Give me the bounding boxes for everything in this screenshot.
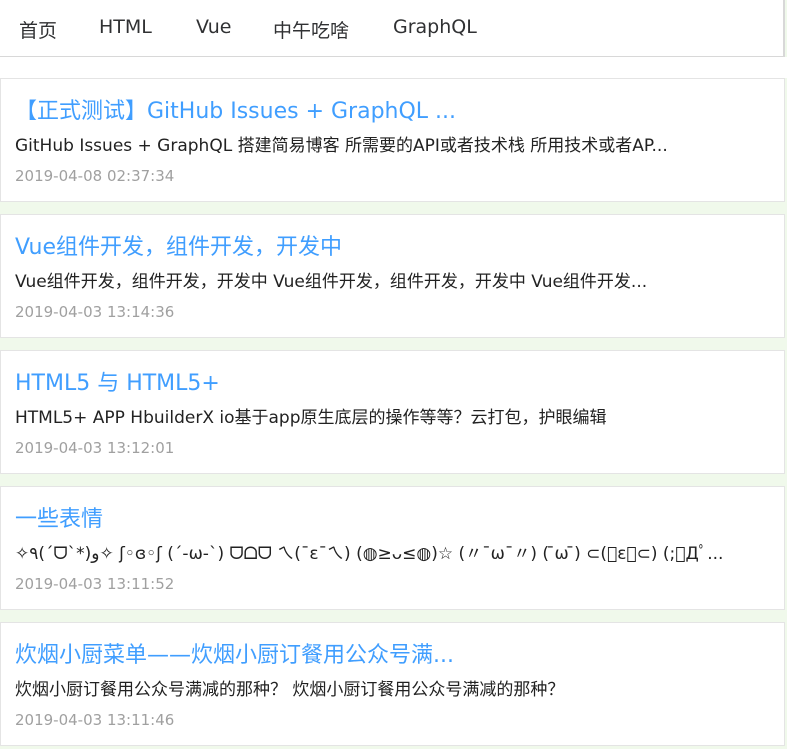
post-title-link[interactable]: 【正式测试】GitHub Issues + GraphQL ... (15, 93, 775, 125)
post-card: Vue组件开发，组件开发，开发中 Vue组件开发，组件开发，开发中 Vue组件开… (0, 214, 785, 338)
post-summary: GitHub Issues + GraphQL 搭建简易博客 所需要的API或者… (15, 136, 668, 156)
post-card: 一些表情 ✧٩(ˊᗜˋ*)و✧ ʃ◦ɞ◦ʃ (´-ω-`) ᗜᗝᗜ ㄟ(¯ε¯ㄟ… (0, 486, 785, 610)
nav-item-home[interactable]: 首页 (19, 16, 57, 43)
post-summary: Vue组件开发，组件开发，开发中 Vue组件开发，组件开发，开发中 Vue组件开… (15, 272, 648, 292)
post-title-link[interactable]: HTML5 与 HTML5+ (15, 365, 775, 397)
post-date: 2019-04-03 13:11:52 (15, 575, 175, 593)
post-title-link[interactable]: Vue组件开发，组件开发，开发中 (15, 229, 775, 261)
post-date: 2019-04-03 13:14:36 (15, 303, 175, 321)
post-title-link[interactable]: 炊烟小厨菜单——炊烟小厨订餐用公众号满... (15, 637, 775, 669)
nav-item-vue[interactable]: Vue (196, 16, 231, 38)
nav-item-graphql[interactable]: GraphQL (393, 16, 477, 38)
post-summary: HTML5+ APP HbuilderX io基于app原生底层的操作等等？云打… (15, 408, 607, 428)
post-title-link[interactable]: 一些表情 (15, 501, 775, 533)
post-date: 2019-04-03 13:12:01 (15, 439, 175, 457)
post-summary: 炊烟小厨订餐用公众号满减的那种？ 炊烟小厨订餐用公众号满减的那种？ (15, 680, 565, 700)
nav-item-html[interactable]: HTML (99, 16, 152, 38)
post-card: 【正式测试】GitHub Issues + GraphQL ... GitHub… (0, 78, 785, 202)
post-date: 2019-04-03 13:11:46 (15, 711, 175, 729)
nav-spacer (0, 57, 787, 78)
top-nav: 首页 HTML Vue 中午吃啥 GraphQL (0, 0, 785, 57)
post-summary: ✧٩(ˊᗜˋ*)و✧ ʃ◦ɞ◦ʃ (´-ω-`) ᗜᗝᗜ ㄟ(¯ε¯ㄟ) (◍≥… (15, 544, 724, 564)
nav-item-lunch[interactable]: 中午吃啥 (273, 16, 349, 43)
post-date: 2019-04-08 02:37:34 (15, 167, 175, 185)
post-card: HTML5 与 HTML5+ HTML5+ APP HbuilderX io基于… (0, 350, 785, 474)
post-card: 炊烟小厨菜单——炊烟小厨订餐用公众号满... 炊烟小厨订餐用公众号满减的那种？ … (0, 622, 785, 746)
